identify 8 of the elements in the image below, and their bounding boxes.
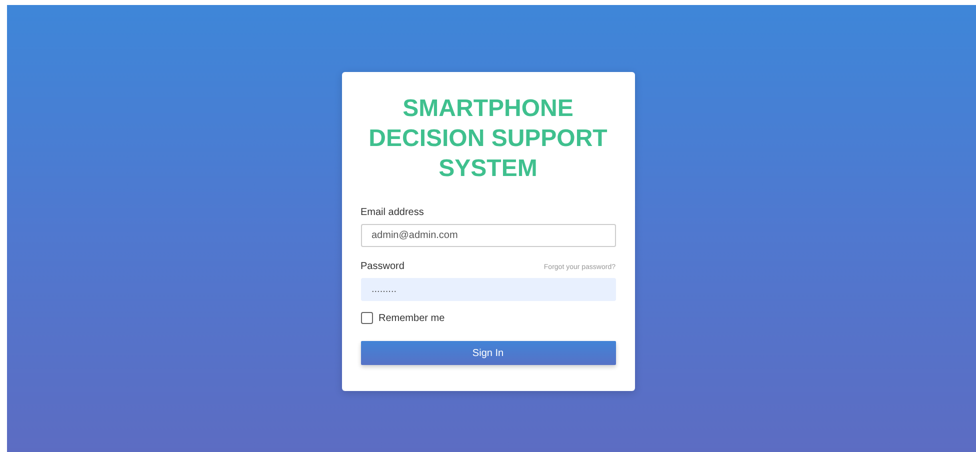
password-label: Password (360, 261, 404, 272)
email-field[interactable]: admin@admin.com (360, 224, 616, 247)
remember-checkbox[interactable] (360, 312, 372, 324)
password-field[interactable]: ......... (360, 278, 616, 301)
sign-in-button[interactable]: Sign In (360, 341, 616, 365)
email-label: Email address (360, 207, 425, 218)
app-title: SMARTPHONE DECISION SUPPORT SYSTEM (368, 94, 608, 184)
remember-label: Remember me (378, 312, 445, 324)
